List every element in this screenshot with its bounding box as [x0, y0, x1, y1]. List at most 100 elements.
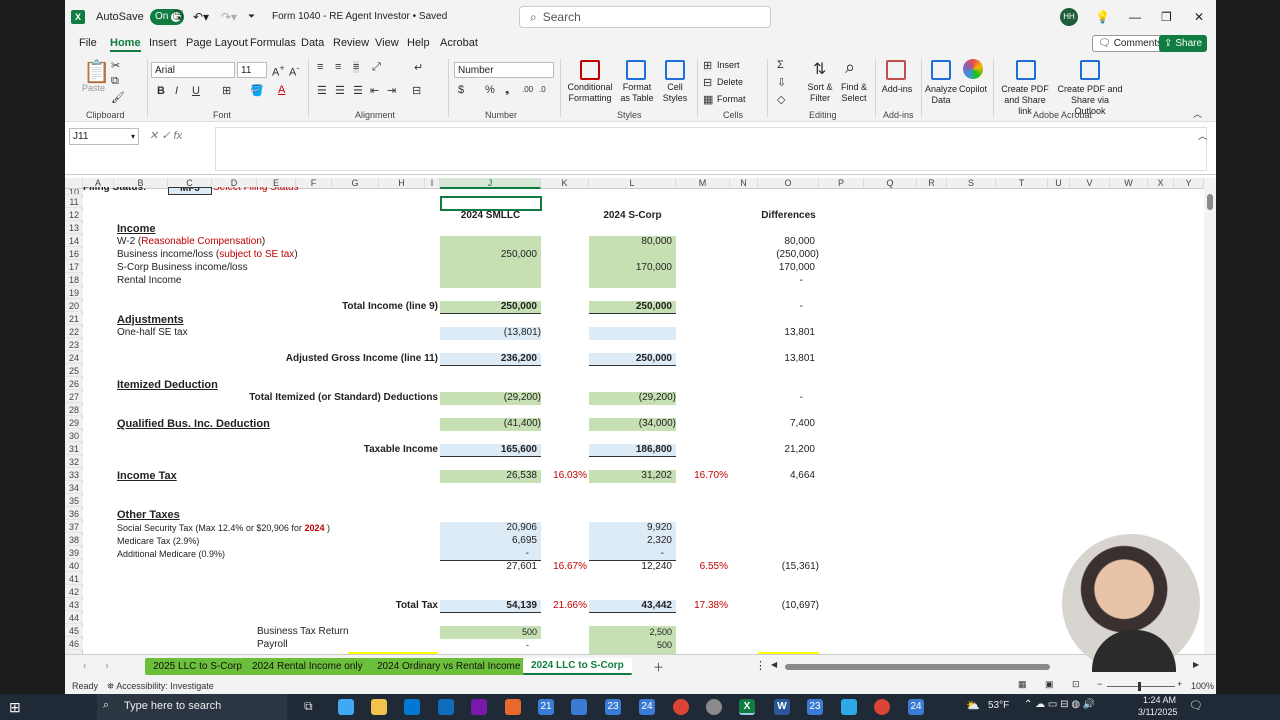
- col-header-t[interactable]: T: [996, 178, 1048, 189]
- save-icon[interactable]: 🖫: [173, 0, 183, 33]
- clear-icon[interactable]: ◇: [777, 93, 785, 106]
- col-header-j[interactable]: J: [440, 178, 541, 189]
- calendar-icon[interactable]: 23: [605, 699, 621, 715]
- col-header-o[interactable]: O: [758, 178, 819, 189]
- row-header[interactable]: 34: [65, 483, 83, 494]
- header-smllc[interactable]: 2024 SMLLC: [440, 210, 541, 222]
- row-header[interactable]: 32: [65, 457, 83, 468]
- zoom-out-icon[interactable]: −: [1097, 679, 1102, 689]
- l-medicare[interactable]: 2,320: [589, 535, 672, 547]
- vertical-scrollbar[interactable]: [1204, 178, 1216, 654]
- tab-file[interactable]: File: [79, 37, 97, 49]
- page-break-view-icon[interactable]: ⊡: [1072, 679, 1080, 690]
- col-header-p[interactable]: P: [819, 178, 864, 189]
- close-icon[interactable]: ✕: [1194, 0, 1204, 33]
- font-color-icon[interactable]: A: [278, 84, 285, 96]
- prev-sheet-icon[interactable]: ‹: [83, 660, 87, 672]
- row-header[interactable]: 46: [65, 639, 83, 650]
- add-sheet-icon[interactable]: ＋: [653, 659, 664, 675]
- header-differences[interactable]: Differences: [758, 210, 819, 222]
- orientation-icon[interactable]: ⤢: [372, 61, 381, 74]
- row-header[interactable]: 40: [65, 561, 83, 572]
- col-header-s[interactable]: S: [947, 178, 996, 189]
- scorp-income-label[interactable]: S-Corp Business income/loss: [117, 262, 248, 274]
- create-pdf-outlook-icon[interactable]: [1080, 60, 1100, 80]
- align-top-icon[interactable]: ≡: [317, 61, 323, 73]
- clock-time[interactable]: 1:24 AM: [1143, 695, 1176, 705]
- k-income-tax-pct[interactable]: 16.03%: [541, 470, 587, 482]
- col-header-f[interactable]: F: [296, 178, 332, 189]
- row-header[interactable]: 24: [65, 353, 83, 364]
- copilot-taskbar-icon[interactable]: [338, 699, 354, 715]
- l-itemized[interactable]: (29,200): [589, 392, 676, 404]
- section-itemized[interactable]: Itemized Deduction: [117, 379, 218, 391]
- col-header-h[interactable]: H: [379, 178, 425, 189]
- m-other-pct[interactable]: 6.55%: [676, 561, 728, 573]
- l-agi[interactable]: 250,000: [589, 353, 672, 365]
- name-box[interactable]: J11 ▾: [69, 128, 139, 145]
- taxable-income-label[interactable]: Taxable Income: [257, 444, 438, 456]
- align-left-icon[interactable]: ☰: [317, 84, 327, 97]
- number-format-select[interactable]: Number: [454, 62, 554, 78]
- m-income-tax-pct[interactable]: 16.70%: [676, 470, 728, 482]
- calendar-icon[interactable]: 23: [807, 699, 823, 715]
- italic-icon[interactable]: I: [175, 85, 178, 97]
- row-header[interactable]: 14: [65, 236, 83, 247]
- file-explorer-icon[interactable]: [371, 699, 387, 715]
- decrease-font-icon[interactable]: A-: [289, 63, 299, 79]
- rental-income-label[interactable]: Rental Income: [117, 275, 181, 287]
- row-header[interactable]: 21: [65, 314, 83, 325]
- zoom-in-icon[interactable]: +: [1177, 679, 1182, 689]
- l-w2[interactable]: 80,000: [589, 236, 672, 248]
- l-total-income[interactable]: 250,000: [589, 301, 672, 313]
- tab-acrobat[interactable]: Acrobat: [440, 37, 478, 49]
- onenote-icon[interactable]: [471, 699, 487, 715]
- row-header[interactable]: 42: [65, 587, 83, 598]
- col-header-g[interactable]: G: [332, 178, 379, 189]
- normal-view-icon[interactable]: ▦: [1018, 679, 1027, 690]
- format-painter-icon[interactable]: 🖌: [111, 91, 125, 104]
- l-payroll[interactable]: 500: [589, 639, 672, 651]
- row-header[interactable]: 31: [65, 444, 83, 455]
- filing-status-value[interactable]: MFJ: [168, 187, 212, 195]
- user-avatar[interactable]: HH: [1060, 0, 1078, 33]
- row-header[interactable]: 13: [65, 223, 83, 234]
- total-tax-label[interactable]: Total Tax: [332, 600, 438, 612]
- k-other-pct[interactable]: 16.67%: [541, 561, 587, 573]
- col-header-v[interactable]: V: [1070, 178, 1110, 189]
- l-biz-return[interactable]: 2,500: [589, 626, 672, 638]
- add-ins-icon[interactable]: [886, 60, 906, 80]
- col-header-l[interactable]: L: [589, 178, 676, 189]
- j-biz-return[interactable]: 500: [440, 626, 537, 638]
- lightbulb-icon[interactable]: 💡: [1095, 0, 1110, 33]
- zoom-slider[interactable]: [1107, 682, 1175, 691]
- comments-button[interactable]: 🗨 Comments: [1092, 35, 1169, 52]
- autosum-icon[interactable]: Σ: [777, 59, 784, 71]
- j-agi[interactable]: 236,200: [440, 353, 537, 365]
- row-header[interactable]: 43: [65, 600, 83, 611]
- excel-taskbar-icon[interactable]: X: [739, 699, 755, 715]
- borders-icon[interactable]: ⊞: [222, 84, 231, 97]
- m-total-pct[interactable]: 17.38%: [676, 600, 728, 612]
- row-header[interactable]: 25: [65, 366, 83, 377]
- merge-center-icon[interactable]: ⊟: [412, 84, 421, 97]
- horizontal-scrollbar[interactable]: [785, 664, 1050, 670]
- j-medicare[interactable]: 6,695: [440, 535, 537, 547]
- row-header[interactable]: 27: [65, 392, 83, 403]
- col-header-m[interactable]: M: [676, 178, 730, 189]
- l-qbi[interactable]: (34,000): [589, 418, 676, 430]
- tab-help[interactable]: Help: [407, 37, 430, 49]
- col-header-u[interactable]: U: [1048, 178, 1070, 189]
- taskbar-search[interactable]: ⌕ Type here to search: [97, 694, 287, 720]
- o-income-tax[interactable]: 4,664: [758, 470, 815, 482]
- row-header[interactable]: 18: [65, 275, 83, 286]
- format-cells-icon[interactable]: ▦: [703, 93, 713, 106]
- sheet-tab-2024-llc-active[interactable]: 2024 LLC to S-Corp: [523, 658, 632, 675]
- insert-cells-button[interactable]: Insert: [717, 60, 740, 71]
- o-agi[interactable]: 13,801: [758, 353, 815, 365]
- currency-icon[interactable]: $: [458, 84, 464, 96]
- o-w2[interactable]: 80,000: [758, 236, 815, 248]
- j-add-medicare[interactable]: -: [440, 548, 529, 560]
- j-taxable[interactable]: 165,600: [440, 444, 537, 456]
- medicare-label[interactable]: Medicare Tax (2.9%): [117, 535, 199, 547]
